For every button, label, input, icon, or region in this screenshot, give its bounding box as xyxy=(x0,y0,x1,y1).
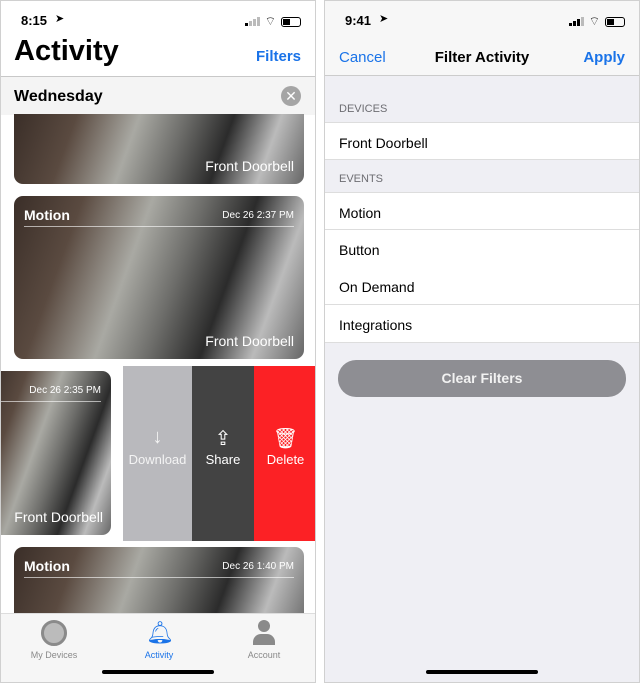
delete-button[interactable]: 🗑︎ Delete xyxy=(254,366,315,541)
section-title: Wednesday xyxy=(14,88,103,105)
device-row[interactable]: Front Doorbell xyxy=(325,122,639,160)
person-icon xyxy=(251,620,277,646)
page-title: Activity xyxy=(14,35,119,67)
battery-icon xyxy=(281,16,301,27)
event-date: Dec 26 2:35 PM xyxy=(29,385,101,396)
clear-filters-button[interactable]: Clear Filters xyxy=(338,360,626,397)
home-indicator xyxy=(102,670,214,674)
device-label: Front Doorbell xyxy=(205,158,294,174)
devices-header: DEVICES xyxy=(339,103,388,115)
event-row-button[interactable]: Button xyxy=(325,230,639,268)
share-label: Share xyxy=(205,452,241,467)
location-icon: ➤ xyxy=(55,13,65,25)
tab-label: Activity xyxy=(144,650,174,660)
status-time: 8:15 xyxy=(21,13,48,28)
tab-label: Account xyxy=(247,650,281,660)
filter-screen: 9:41 ➤ ⌔ Cancel Filter Activity Apply DE… xyxy=(324,0,640,683)
battery-icon xyxy=(605,16,625,27)
event-type: Motion xyxy=(24,207,70,223)
signal-icon xyxy=(568,17,584,26)
status-time: 9:41 xyxy=(345,13,372,28)
nav-bar: Cancel Filter Activity Apply xyxy=(325,36,639,76)
location-icon: ➤ xyxy=(379,13,389,25)
event-type: Motion xyxy=(24,558,70,574)
camera-icon xyxy=(41,620,67,646)
tab-account[interactable]: Account xyxy=(214,620,314,660)
download-label: Download xyxy=(128,452,187,467)
activity-screen: 8:15 ➤ ⌔ Activity Filters Wednesday ✕ Fro… xyxy=(0,0,316,683)
device-label: Front Doorbell xyxy=(14,509,103,525)
share-icon: ⇪ xyxy=(214,428,232,450)
apply-button[interactable]: Apply xyxy=(583,49,625,66)
section-header: Wednesday ✕ xyxy=(1,77,315,115)
status-bar: 9:41 ➤ ⌔ xyxy=(325,1,639,36)
activity-card[interactable]: Front Doorbell xyxy=(14,114,304,184)
events-header: EVENTS xyxy=(339,173,384,185)
delete-label: Delete xyxy=(266,452,305,467)
wifi-icon: ⌔ xyxy=(264,14,276,28)
tab-activity[interactable]: 🔔︎ Activity xyxy=(109,620,209,660)
event-row-motion[interactable]: Motion xyxy=(325,192,639,230)
tab-label: My Devices xyxy=(30,650,78,660)
close-icon[interactable]: ✕ xyxy=(281,86,301,106)
event-date: Dec 26 1:40 PM xyxy=(222,561,294,572)
status-bar: 8:15 ➤ ⌔ xyxy=(1,1,315,36)
home-indicator xyxy=(426,670,538,674)
activity-card[interactable]: Motion Dec 26 2:37 PM Front Doorbell xyxy=(14,196,304,359)
download-button[interactable]: ↓ Download xyxy=(123,366,192,541)
signal-icon xyxy=(244,17,260,26)
download-icon: ↓ xyxy=(152,426,163,448)
event-date: Dec 26 2:37 PM xyxy=(222,210,294,221)
wifi-icon: ⌔ xyxy=(588,14,600,28)
tab-bar: My Devices 🔔︎ Activity Account xyxy=(1,613,315,682)
bell-icon: 🔔︎ xyxy=(146,620,174,645)
activity-card[interactable]: Dec 26 2:35 PM Front Doorbell xyxy=(1,371,111,535)
device-label: Front Doorbell xyxy=(205,333,294,349)
filters-button[interactable]: Filters xyxy=(256,48,301,65)
share-button[interactable]: ⇪ Share xyxy=(192,366,254,541)
tab-my-devices[interactable]: My Devices xyxy=(4,620,104,660)
event-row-on-demand[interactable]: On Demand xyxy=(325,267,639,305)
trash-icon: 🗑︎ xyxy=(272,428,299,450)
event-row-integrations[interactable]: Integrations xyxy=(325,305,639,343)
